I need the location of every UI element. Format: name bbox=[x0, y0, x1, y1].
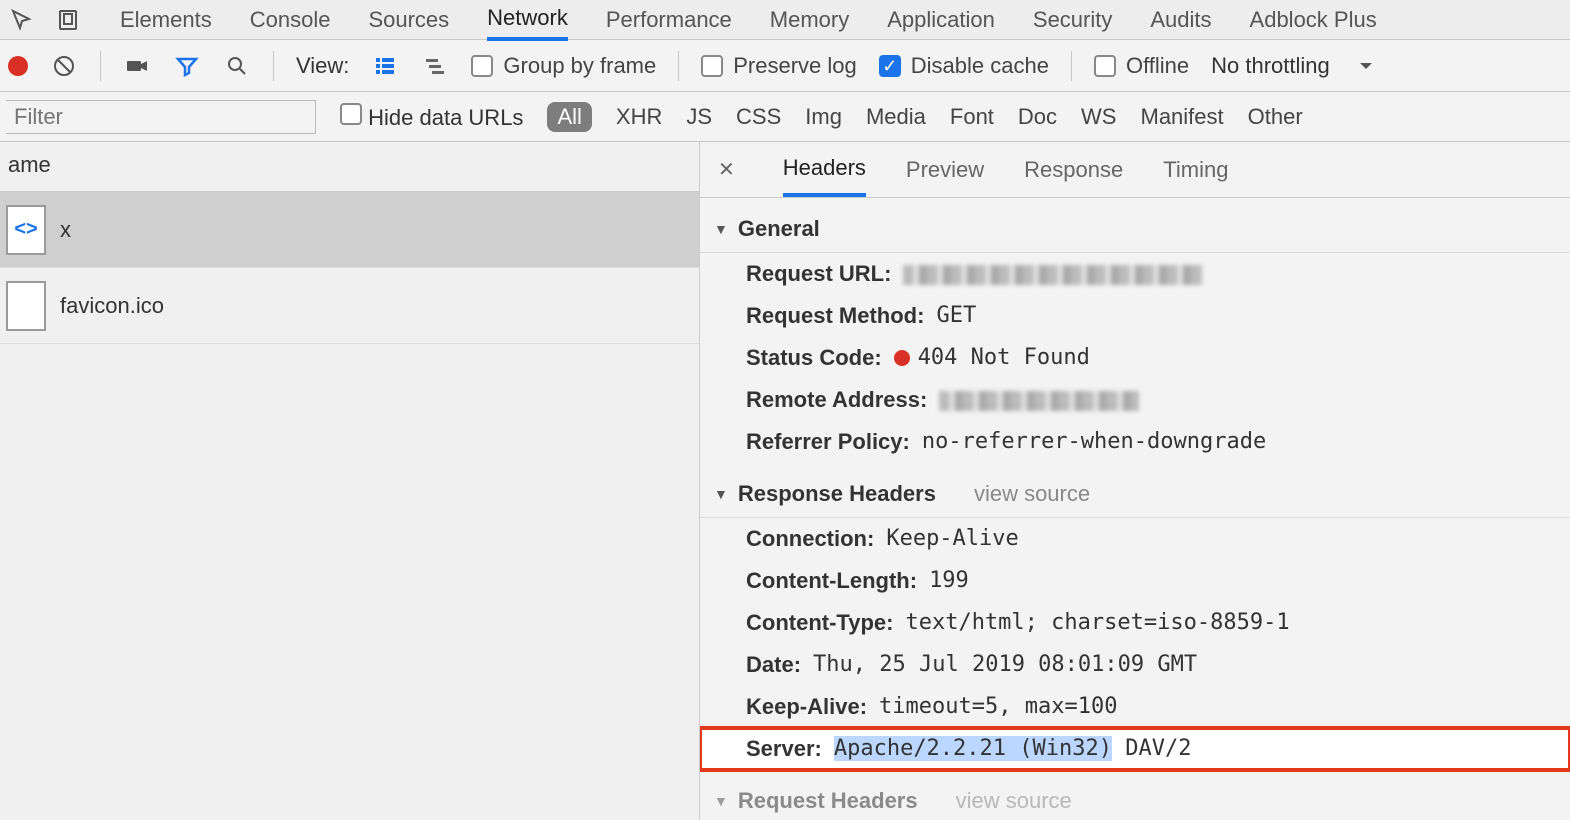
separator bbox=[1071, 51, 1072, 81]
tab-performance[interactable]: Performance bbox=[606, 1, 732, 39]
filter-type-xhr[interactable]: XHR bbox=[616, 104, 662, 130]
tab-sources[interactable]: Sources bbox=[368, 1, 449, 39]
tab-network[interactable]: Network bbox=[487, 0, 568, 41]
tab-memory[interactable]: Memory bbox=[770, 1, 849, 39]
request-method-row: Request Method GET bbox=[700, 295, 1570, 337]
detail-tab-headers[interactable]: Headers bbox=[783, 143, 866, 197]
separator bbox=[678, 51, 679, 81]
filter-type-font[interactable]: Font bbox=[950, 104, 994, 130]
throttling-select[interactable]: No throttling bbox=[1211, 53, 1330, 79]
filter-type-manifest[interactable]: Manifest bbox=[1141, 104, 1224, 130]
waterfall-icon[interactable] bbox=[421, 52, 449, 80]
general-section-header[interactable]: ▼ General bbox=[700, 206, 1570, 253]
filter-type-ws[interactable]: WS bbox=[1081, 104, 1116, 130]
request-row[interactable]: favicon.ico bbox=[0, 268, 699, 344]
offline-checkbox[interactable] bbox=[1094, 55, 1116, 77]
filter-type-all[interactable]: All bbox=[547, 102, 591, 132]
tab-elements[interactable]: Elements bbox=[120, 1, 212, 39]
status-error-dot-icon bbox=[894, 350, 910, 366]
disclosure-triangle-icon: ▼ bbox=[714, 221, 728, 237]
tab-audits[interactable]: Audits bbox=[1150, 1, 1211, 39]
detail-tab-timing[interactable]: Timing bbox=[1163, 145, 1228, 195]
header-content-length: Content-Length 199 bbox=[700, 560, 1570, 602]
document-icon: <> bbox=[6, 205, 46, 255]
disclosure-triangle-icon: ▼ bbox=[714, 486, 728, 502]
header-connection: Connection Keep-Alive bbox=[700, 518, 1570, 560]
view-source-link[interactable]: view source bbox=[974, 481, 1090, 507]
header-keep-alive: Keep-Alive timeout=5, max=100 bbox=[700, 686, 1570, 728]
record-button[interactable] bbox=[8, 56, 28, 76]
search-icon[interactable] bbox=[223, 52, 251, 80]
view-source-link[interactable]: view source bbox=[956, 788, 1072, 814]
devtools-panel-tabs: Elements Console Sources Network Perform… bbox=[0, 0, 1570, 40]
filter-input[interactable] bbox=[6, 100, 316, 134]
detail-tab-response[interactable]: Response bbox=[1024, 145, 1123, 195]
close-details-button[interactable]: ✕ bbox=[718, 157, 743, 182]
request-headers-section-header[interactable]: ▼ Request Headers view source bbox=[700, 778, 1570, 820]
group-by-frame-option[interactable]: Group by frame bbox=[471, 53, 656, 79]
redacted-value bbox=[939, 391, 1139, 411]
tab-application[interactable]: Application bbox=[887, 1, 995, 39]
redacted-value bbox=[903, 265, 1203, 285]
name-column-header[interactable]: ame bbox=[0, 142, 699, 192]
offline-option[interactable]: Offline bbox=[1094, 53, 1189, 79]
large-rows-icon[interactable] bbox=[371, 52, 399, 80]
request-name: x bbox=[60, 217, 71, 243]
hide-data-urls-option[interactable]: Hide data URLs bbox=[340, 103, 523, 131]
network-toolbar: View: Group by frame Preserve log Disabl… bbox=[0, 40, 1570, 92]
camera-icon[interactable] bbox=[123, 52, 151, 80]
detail-tab-preview[interactable]: Preview bbox=[906, 145, 984, 195]
group-by-frame-checkbox[interactable] bbox=[471, 55, 493, 77]
filter-funnel-icon[interactable] bbox=[173, 52, 201, 80]
filter-type-js[interactable]: JS bbox=[686, 104, 712, 130]
disclosure-triangle-icon: ▼ bbox=[714, 793, 728, 809]
header-content-type: Content-Type text/html; charset=iso-8859… bbox=[700, 602, 1570, 644]
detail-tabs: ✕ Headers Preview Response Timing bbox=[700, 142, 1570, 198]
network-filter-bar: Hide data URLs All XHR JS CSS Img Media … bbox=[0, 92, 1570, 142]
request-name: favicon.ico bbox=[60, 293, 164, 319]
filter-type-media[interactable]: Media bbox=[866, 104, 926, 130]
filter-type-other[interactable]: Other bbox=[1248, 104, 1303, 130]
status-code-row: Status Code 404 Not Found bbox=[700, 337, 1570, 379]
remote-address-row: Remote Address bbox=[700, 379, 1570, 421]
hide-data-urls-checkbox[interactable] bbox=[340, 103, 362, 125]
disable-cache-option[interactable]: Disable cache bbox=[879, 53, 1049, 79]
request-row[interactable]: <> x bbox=[0, 192, 699, 268]
request-details-pane: ✕ Headers Preview Response Timing ▼ Gene… bbox=[700, 142, 1570, 820]
referrer-policy-row: Referrer Policy no-referrer-when-downgra… bbox=[700, 421, 1570, 463]
chevron-down-icon[interactable] bbox=[1352, 52, 1380, 80]
filter-type-img[interactable]: Img bbox=[805, 104, 842, 130]
inspect-element-icon[interactable] bbox=[8, 6, 36, 34]
request-list-pane: ame <> x favicon.ico bbox=[0, 142, 700, 820]
header-date: Date Thu, 25 Jul 2019 08:01:09 GMT bbox=[700, 644, 1570, 686]
filter-type-css[interactable]: CSS bbox=[736, 104, 781, 130]
header-server: Server Apache/2.2.21 (Win32) DAV/2 bbox=[700, 728, 1570, 770]
separator bbox=[100, 51, 101, 81]
preserve-log-option[interactable]: Preserve log bbox=[701, 53, 857, 79]
view-label: View: bbox=[296, 53, 349, 79]
file-icon bbox=[6, 281, 46, 331]
preserve-log-checkbox[interactable] bbox=[701, 55, 723, 77]
request-url-row: Request URL bbox=[700, 253, 1570, 295]
response-headers-section-header[interactable]: ▼ Response Headers view source bbox=[700, 471, 1570, 518]
tab-security[interactable]: Security bbox=[1033, 1, 1112, 39]
selected-text: Apache/2.2.21 (Win32) bbox=[834, 736, 1112, 761]
separator bbox=[273, 51, 274, 81]
clear-icon[interactable] bbox=[50, 52, 78, 80]
tab-console[interactable]: Console bbox=[250, 1, 331, 39]
tab-adblock-plus[interactable]: Adblock Plus bbox=[1250, 1, 1377, 39]
device-toggle-icon[interactable] bbox=[54, 6, 82, 34]
filter-type-doc[interactable]: Doc bbox=[1018, 104, 1057, 130]
disable-cache-checkbox[interactable] bbox=[879, 55, 901, 77]
